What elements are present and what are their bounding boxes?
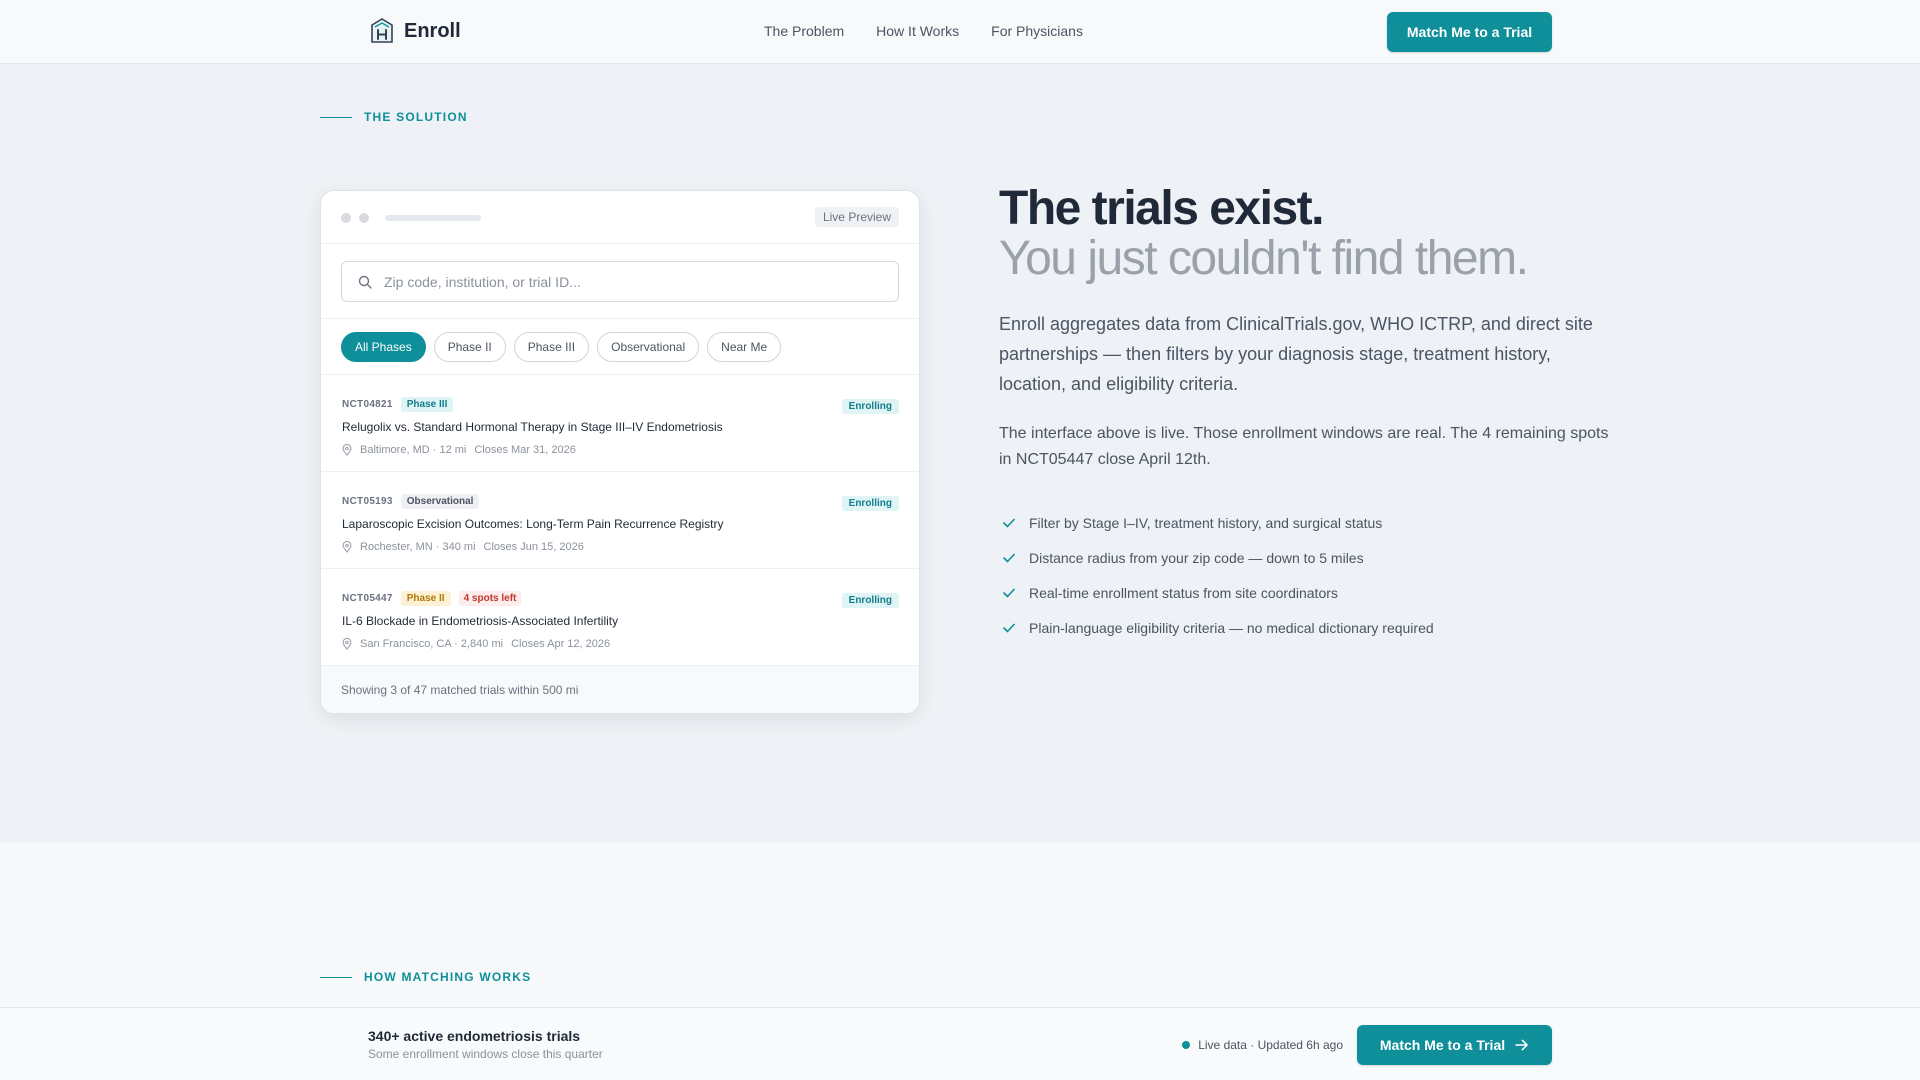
sticky-subtitle: Some enrollment windows close this quart… <box>368 1047 603 1061</box>
filter-near-me[interactable]: Near Me <box>707 331 782 362</box>
phase-tag: Phase III <box>400 396 454 412</box>
trial-title: IL-6 Blockade in Endometriosis-Associate… <box>342 614 619 628</box>
hospital-logo-icon <box>371 18 393 43</box>
phase-tag: Phase II <box>400 590 451 606</box>
phase-tag: Observational <box>400 493 480 509</box>
solution-headline: The trials exist. You just couldn't find… <box>999 184 1699 284</box>
eyebrow-label: THE SOLUTION <box>364 110 468 124</box>
window-dot <box>341 213 351 223</box>
trial-closes: Closes Mar 31, 2026 <box>474 444 576 456</box>
location-pin-icon <box>342 541 352 553</box>
trial-meta: San Francisco, CA · 2,840 mi Closes Apr … <box>342 638 899 650</box>
sticky-title: 340+ active endometriosis trials <box>368 1028 581 1044</box>
feature-text: Real-time enrollment status from site co… <box>1029 584 1338 601</box>
trial-closes: Closes Apr 12, 2026 <box>511 638 611 650</box>
location-pin-icon <box>342 444 352 456</box>
card-toolbar: Live Preview <box>321 191 919 244</box>
trial-meta: Rochester, MN · 340 mi Closes Jun 15, 20… <box>342 541 899 553</box>
arrow-right-icon <box>1515 1039 1528 1051</box>
trial-location: Rochester, MN · 340 mi <box>360 541 476 553</box>
site-header: Enroll The Problem How It Works For Phys… <box>0 0 1920 64</box>
feature-item: Plain-language eligibility criteria — no… <box>1003 610 1434 645</box>
check-icon <box>1003 588 1015 597</box>
live-preview-badge: Live Preview <box>814 207 899 227</box>
feature-item: Distance radius from your zip code — dow… <box>1003 540 1434 575</box>
brand-name: Enroll <box>404 19 461 42</box>
trial-preview-card: Live Preview All Phases Phase II Phase I… <box>320 190 920 714</box>
sticky-cta-bar: 340+ active endometriosis trials Some en… <box>0 1007 1920 1080</box>
feature-text: Plain-language eligibility criteria — no… <box>1029 619 1434 636</box>
solution-eyebrow: THE SOLUTION <box>320 110 468 124</box>
search-area <box>321 244 919 319</box>
check-icon <box>1003 553 1015 562</box>
feature-list: Filter by Stage I–IV, treatment history,… <box>1003 505 1434 645</box>
solution-note: The interface above is live. Those enrol… <box>999 425 1609 468</box>
phase-filters: All Phases Phase II Phase III Observatio… <box>321 319 919 375</box>
trial-row[interactable]: NCT05447 Phase II 4 spots left Enrolling… <box>321 569 919 666</box>
check-icon <box>1003 518 1015 527</box>
trial-meta: Baltimore, MD · 12 mi Closes Mar 31, 202… <box>342 444 899 456</box>
filter-phase-iii[interactable]: Phase III <box>513 331 590 362</box>
trial-title: Laparoscopic Excision Outcomes: Long-Ter… <box>342 517 724 531</box>
spots-left-badge: 4 spots left <box>458 590 522 606</box>
location-pin-icon <box>342 638 352 650</box>
trial-head: NCT05447 Phase II 4 spots left <box>342 590 899 606</box>
nav-how-it-works[interactable]: How It Works <box>876 23 959 39</box>
how-matching-section: HOW MATCHING WORKS <box>0 842 1920 1008</box>
feature-text: Filter by Stage I–IV, treatment history,… <box>1029 514 1383 531</box>
results-count: Showing 3 of 47 matched trials within 50… <box>321 666 919 713</box>
trial-row[interactable]: NCT04821 Phase III Enrolling Relugolix v… <box>321 375 919 472</box>
trial-head: NCT05193 Observational <box>342 493 899 509</box>
status-badge: Enrolling <box>841 593 899 608</box>
trial-location: Baltimore, MD · 12 mi <box>360 444 467 456</box>
trial-head: NCT04821 Phase III <box>342 396 899 412</box>
eyebrow-label: HOW MATCHING WORKS <box>364 970 532 984</box>
trial-id: NCT04821 <box>342 398 393 410</box>
trial-id: NCT05447 <box>342 592 393 604</box>
sticky-cta-label: Match Me to a Trial <box>1379 1037 1506 1053</box>
search-box[interactable] <box>341 261 899 302</box>
filter-phase-ii[interactable]: Phase II <box>433 331 506 362</box>
live-dot-icon <box>1182 1041 1191 1049</box>
solution-section: THE SOLUTION Live Preview All Phases Pha… <box>0 64 1920 842</box>
status-badge: Enrolling <box>841 399 899 414</box>
feature-item: Filter by Stage I–IV, treatment history,… <box>1003 505 1434 540</box>
trial-location: San Francisco, CA · 2,840 mi <box>360 638 504 650</box>
main-nav: The Problem How It Works For Physicians <box>764 23 1083 39</box>
eyebrow-line <box>320 976 352 978</box>
nav-the-problem[interactable]: The Problem <box>764 23 844 39</box>
nav-for-physicians[interactable]: For Physicians <box>991 23 1083 39</box>
search-icon <box>358 275 372 289</box>
trial-search-input[interactable] <box>384 273 884 290</box>
headline-bold: The trials exist. <box>999 182 1324 235</box>
address-bar-placeholder <box>385 215 481 221</box>
brand-logo[interactable]: Enroll <box>370 18 461 44</box>
status-badge: Enrolling <box>841 496 899 511</box>
trial-id: NCT05193 <box>342 495 393 507</box>
sticky-match-trial-button[interactable]: Match Me to a Trial <box>1357 1025 1552 1065</box>
headline-light: You just couldn't find them. <box>999 232 1529 285</box>
feature-text: Distance radius from your zip code — dow… <box>1029 549 1364 566</box>
match-trial-button[interactable]: Match Me to a Trial <box>1387 12 1552 52</box>
check-icon <box>1003 623 1015 632</box>
trial-row[interactable]: NCT05193 Observational Enrolling Laparos… <box>321 472 919 569</box>
trial-title: Relugolix vs. Standard Hormonal Therapy … <box>342 420 723 434</box>
feature-item: Real-time enrollment status from site co… <box>1003 575 1434 610</box>
live-data-text: Live data · Updated 6h ago <box>1198 1038 1343 1052</box>
window-dot <box>359 213 369 223</box>
trial-closes: Closes Jun 15, 2026 <box>483 541 584 553</box>
how-eyebrow: HOW MATCHING WORKS <box>320 970 531 984</box>
live-data-indicator: Live data · Updated 6h ago <box>1182 1038 1343 1052</box>
filter-all-phases[interactable]: All Phases <box>341 331 426 362</box>
filter-observational[interactable]: Observational <box>597 331 700 362</box>
eyebrow-line <box>320 116 352 118</box>
solution-lead: Enroll aggregates data from ClinicalTria… <box>999 314 1593 394</box>
